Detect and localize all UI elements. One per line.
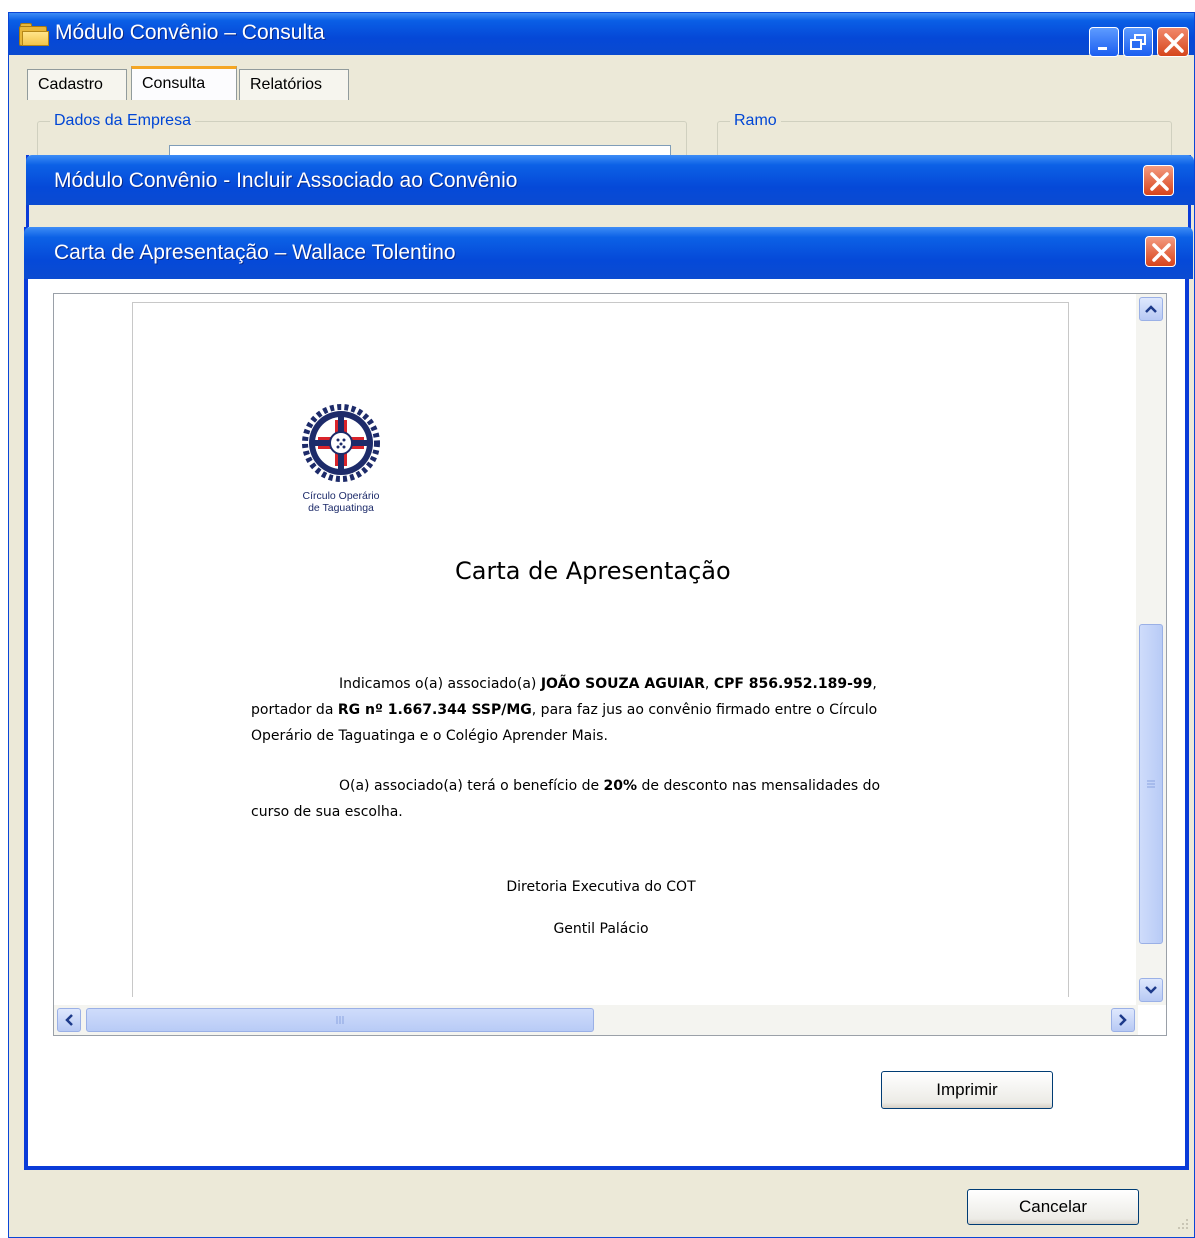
include-dialog-title-bar[interactable]: Módulo Convênio - Incluir Associado ao C… <box>26 155 1194 205</box>
document-title: Carta de Apresentação <box>455 557 731 585</box>
para1-text-2: , <box>704 676 714 692</box>
associate-cpf: CPF 856.952.189-99 <box>713 676 873 692</box>
logo-caption: Círculo Operário de Taguatinga <box>283 490 399 514</box>
chevron-left-icon <box>65 1014 73 1026</box>
restore-button[interactable] <box>1123 27 1153 57</box>
letter-dialog-title: Carta de Apresentação – Wallace Tolentin… <box>54 241 456 264</box>
scroll-right-button[interactable] <box>1111 1008 1135 1032</box>
chevron-down-icon <box>1145 986 1157 994</box>
para1-text-6: Operário de Taguatinga e o Colégio Apren… <box>251 728 608 744</box>
include-associate-dialog: Módulo Convênio - Incluir Associado ao C… <box>26 155 1194 235</box>
main-window-title: Módulo Convênio – Consulta <box>55 21 325 44</box>
minimize-icon <box>1098 47 1107 50</box>
scroll-up-button[interactable] <box>1139 297 1163 321</box>
letter-dialog-title-bar[interactable]: Carta de Apresentação – Wallace Tolentin… <box>24 227 1193 279</box>
ramo-legend: Ramo <box>730 112 781 130</box>
para1-text-3: , <box>872 676 877 692</box>
logo-caption-line2: de Taguatinga <box>308 502 374 514</box>
close-icon <box>1164 33 1184 53</box>
para2-text-1: O(a) associado(a) terá o benefício de <box>339 778 604 794</box>
minimize-button[interactable] <box>1089 27 1119 57</box>
para1-text-1: Indicamos o(a) associado(a) <box>339 676 541 692</box>
close-icon <box>1150 172 1169 191</box>
tab-cadastro[interactable]: Cadastro <box>27 69 127 100</box>
associate-name: JOÃO SOUZA AGUIAR <box>540 676 705 692</box>
tab-consulta[interactable]: Consulta <box>131 66 237 100</box>
para2-text-2: de desconto nas mensalidades do <box>637 778 881 794</box>
scroll-down-button[interactable] <box>1139 978 1163 1002</box>
vertical-scroll-thumb[interactable] <box>1139 624 1163 944</box>
paragraph-1: Indicamos o(a) associado(a) JOÃO SOUZA A… <box>251 671 971 749</box>
resize-grip-icon[interactable] <box>1174 1215 1190 1231</box>
para1-text-4: portador da <box>251 702 338 718</box>
discount-value: 20% <box>603 778 638 794</box>
vertical-scrollbar[interactable] <box>1136 294 1166 1005</box>
chevron-up-icon <box>1145 305 1157 313</box>
horizontal-scroll-thumb[interactable] <box>86 1008 594 1032</box>
paragraph-2: O(a) associado(a) terá o benefício de 20… <box>251 773 971 825</box>
chevron-right-icon <box>1119 1014 1127 1026</box>
close-icon <box>1152 243 1171 262</box>
grip-icon <box>1147 780 1155 788</box>
cot-logo-icon <box>302 404 380 482</box>
dados-empresa-legend: Dados da Empresa <box>50 112 195 130</box>
signature-role: Diretoria Executiva do COT <box>506 879 696 895</box>
print-button[interactable]: Imprimir <box>881 1071 1053 1109</box>
include-dialog-title: Módulo Convênio - Incluir Associado ao C… <box>54 169 518 192</box>
para2-text-3: curso de sua escolha. <box>251 804 403 820</box>
horizontal-scrollbar[interactable] <box>54 1005 1138 1035</box>
cancel-button[interactable]: Cancelar <box>967 1189 1139 1225</box>
main-close-button[interactable] <box>1157 27 1189 57</box>
letter-dialog: Carta de Apresentação – Wallace Tolentin… <box>24 227 1193 1170</box>
scroll-left-button[interactable] <box>57 1008 81 1032</box>
letter-dialog-close-button[interactable] <box>1145 236 1176 267</box>
document-page: Círculo Operário de Taguatinga Carta de … <box>132 302 1069 997</box>
main-title-bar[interactable]: Módulo Convênio – Consulta <box>9 13 1194 57</box>
grip-icon <box>336 1016 344 1024</box>
logo-caption-line1: Círculo Operário <box>302 490 380 502</box>
document-viewer[interactable]: Círculo Operário de Taguatinga Carta de … <box>53 293 1167 1036</box>
restore-icon <box>1130 34 1146 50</box>
para1-text-5: , para faz jus ao convênio firmado entre… <box>531 702 878 718</box>
associate-rg: RG nº 1.667.344 SSP/MG <box>337 702 532 718</box>
signature-name: Gentil Palácio <box>553 921 649 937</box>
folder-icon <box>19 23 49 47</box>
tab-relatorios[interactable]: Relatórios <box>239 69 349 100</box>
include-dialog-close-button[interactable] <box>1143 165 1174 196</box>
